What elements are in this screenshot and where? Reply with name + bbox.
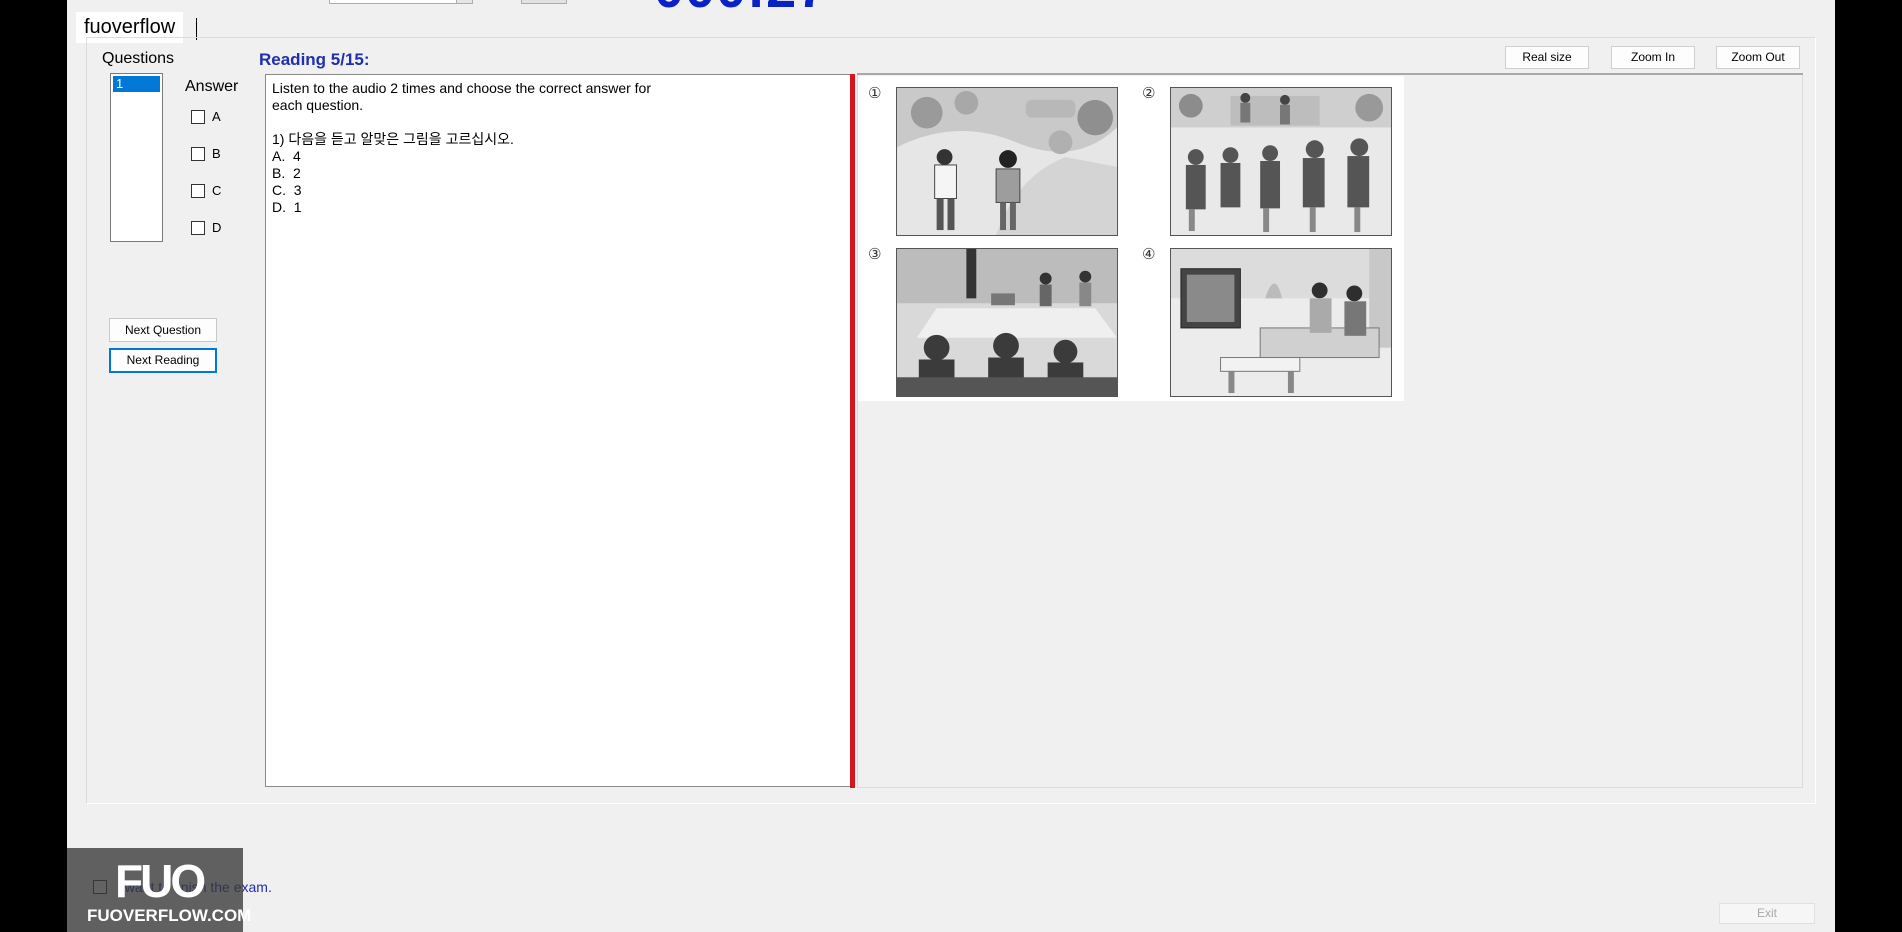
picture-number: ④ <box>1142 245 1156 263</box>
reading-text-panel[interactable]: Listen to the audio 2 times and choose t… <box>265 74 853 787</box>
picture-number: ③ <box>868 245 882 263</box>
real-size-button[interactable]: Real size <box>1505 46 1589 69</box>
answer-option-label: A <box>212 109 221 124</box>
question-list-item[interactable]: 1 <box>113 76 160 92</box>
instruction-line: each question. <box>272 97 364 113</box>
choice-line: C. 3 <box>272 182 302 198</box>
combobox-arrow-icon[interactable] <box>456 0 472 3</box>
answer-option-c[interactable]: C <box>191 183 221 198</box>
zoom-in-button[interactable]: Zoom In <box>1611 46 1695 69</box>
top-combobox[interactable] <box>329 0 473 4</box>
instruction-line: Listen to the audio 2 times and choose t… <box>272 80 651 96</box>
checkbox-icon[interactable] <box>191 183 205 198</box>
answer-option-label: C <box>212 183 222 198</box>
next-reading-button[interactable]: Next Reading <box>109 348 217 373</box>
picture-board: ① ② ③ ④ <box>858 76 1404 401</box>
image-viewer-border <box>857 73 1803 75</box>
picture-living-room-tv-illustration <box>1170 248 1392 397</box>
panel-splitter[interactable] <box>850 74 855 788</box>
checkbox-icon[interactable] <box>191 220 205 235</box>
answer-option-label: D <box>212 220 222 235</box>
picture-number: ① <box>868 84 882 102</box>
next-question-button[interactable]: Next Question <box>109 318 217 342</box>
picture-indoor-concert-illustration <box>896 248 1118 397</box>
timer-display: 000:27 <box>654 0 828 20</box>
checkbox-icon[interactable] <box>191 109 205 124</box>
question-text: 1) 다음을 듣고 알맞은 그림을 고르십시오. <box>272 131 514 147</box>
exit-button[interactable]: Exit <box>1719 903 1815 924</box>
answer-option-d[interactable]: D <box>191 220 221 235</box>
checkbox-icon[interactable] <box>191 146 205 161</box>
top-button[interactable] <box>521 0 567 4</box>
question-list[interactable]: 1 <box>110 73 163 242</box>
answer-option-label: B <box>212 146 221 161</box>
picture-outdoor-concert-illustration <box>1170 87 1392 236</box>
exam-window: 000:27 fuoverflow Questions 1 Answer A B… <box>67 0 1835 932</box>
watermark-logo: FUO FUOVERFLOW.COM <box>67 848 251 932</box>
reading-title: Reading 5/15: <box>259 50 370 69</box>
picture-number: ② <box>1142 84 1156 102</box>
logo-mark-icon: FUO <box>115 855 206 907</box>
questions-label: Questions <box>102 50 175 67</box>
answer-label: Answer <box>185 78 239 95</box>
choice-line: A. 4 <box>272 148 301 164</box>
picture-park-illustration <box>896 87 1118 236</box>
answer-option-a[interactable]: A <box>191 109 221 124</box>
answer-option-b[interactable]: B <box>191 146 221 161</box>
choice-line: B. 2 <box>272 165 301 181</box>
zoom-out-button[interactable]: Zoom Out <box>1716 46 1800 69</box>
logo-text: FUOVERFLOW.COM <box>87 906 252 925</box>
choice-line: D. 1 <box>272 199 302 215</box>
